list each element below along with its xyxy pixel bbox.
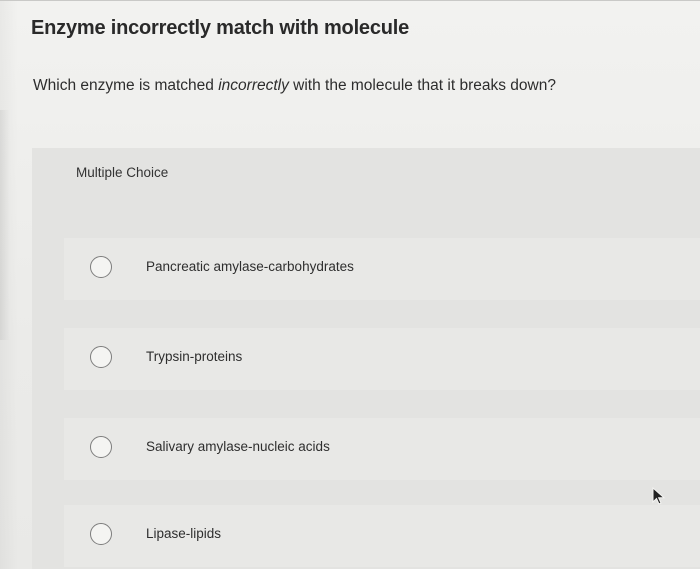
choice-option-4[interactable]: Lipase-lipids [64,505,700,567]
choice-option-3[interactable]: Salivary amylase-nucleic acids [64,418,700,480]
question-prompt-start: Which enzyme is matched [33,77,219,94]
question-title: Enzyme incorrectly match with molecule [31,17,410,39]
mouse-pointer-arrow-icon [652,487,666,505]
radio-circle-icon[interactable] [90,346,112,368]
radio-circle-icon[interactable] [90,523,112,545]
choice-label: Trypsin-proteins [146,349,243,364]
radio-circle-icon[interactable] [90,256,112,278]
choice-option-2[interactable]: Trypsin-proteins [64,328,700,390]
left-edge-shadow [0,110,10,340]
choice-option-1[interactable]: Pancreatic amylase-carbohydrates [64,238,700,300]
question-prompt-end: with the molecule that it breaks down? [288,77,556,94]
radio-circle-icon[interactable] [90,436,112,458]
top-divider [0,0,700,1]
choice-label: Pancreatic amylase-carbohydrates [146,259,354,274]
choice-label: Salivary amylase-nucleic acids [146,439,330,454]
question-prompt: Which enzyme is matched incorrectly with… [33,77,556,95]
question-prompt-emphasis: incorrectly [218,77,289,94]
choice-label: Lipase-lipids [146,526,222,541]
multiple-choice-label: Multiple Choice [76,165,169,180]
quiz-screen: Enzyme incorrectly match with molecule W… [0,0,700,569]
